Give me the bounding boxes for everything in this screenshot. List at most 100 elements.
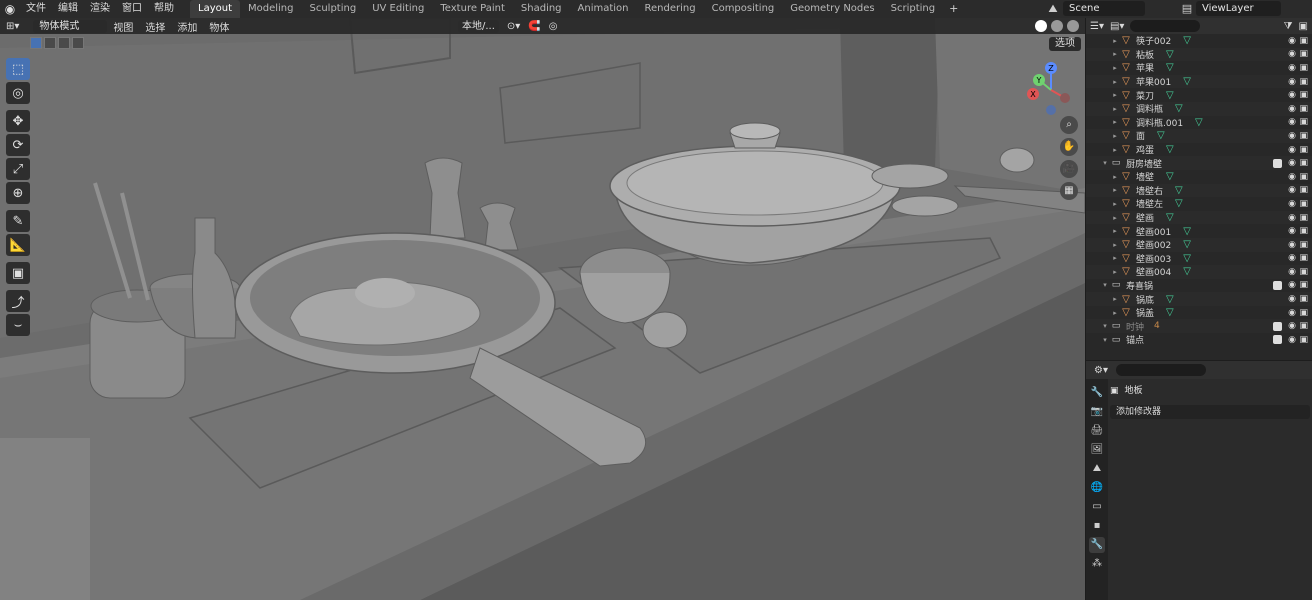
render-camera-icon[interactable]: ▣ — [1299, 185, 1308, 195]
outliner-object-row[interactable]: ▸ ▽ 调料瓶 ▽ ◉ ▣ — [1086, 101, 1312, 116]
interaction-mode-selector[interactable]: 物体模式 — [33, 19, 108, 33]
scale-tool-icon[interactable]: ⤢ — [6, 158, 30, 180]
output-tab-icon[interactable]: 🖨 — [1089, 423, 1105, 439]
visibility-eye-icon[interactable]: ◉ — [1288, 240, 1296, 250]
expand-arrow-icon[interactable]: ▸ — [1110, 241, 1120, 249]
exclude-checkbox[interactable] — [1273, 280, 1282, 290]
visibility-eye-icon[interactable]: ◉ — [1288, 172, 1296, 182]
expand-arrow-icon[interactable]: ▾ — [1100, 336, 1110, 344]
shear-tool-icon[interactable]: ⌣ — [6, 314, 30, 336]
tab-rendering[interactable]: Rendering — [637, 0, 704, 18]
expand-arrow-icon[interactable]: ▸ — [1110, 268, 1120, 276]
visibility-eye-icon[interactable]: ◉ — [1288, 63, 1296, 73]
visibility-eye-icon[interactable]: ◉ — [1288, 213, 1296, 223]
mesh-data-icon[interactable]: ▽ — [1175, 198, 1183, 209]
visibility-eye-icon[interactable]: ◉ — [1288, 294, 1296, 304]
move-tool-icon[interactable]: ✥ — [6, 110, 30, 132]
render-camera-icon[interactable]: ▣ — [1299, 145, 1308, 155]
menu-window[interactable]: 窗口 — [116, 0, 148, 18]
mesh-data-icon[interactable]: ▽ — [1183, 239, 1191, 250]
outliner-object-row[interactable]: ▸ ▽ 壁画001 ▽ ◉ ▣ — [1086, 224, 1312, 238]
expand-arrow-icon[interactable]: ▸ — [1110, 227, 1120, 235]
add-workspace-button[interactable]: + — [943, 0, 964, 18]
tab-layout[interactable]: Layout — [190, 0, 240, 18]
transform-orientation-dropdown[interactable]: 本地/... — [458, 20, 499, 33]
navigation-gizmo[interactable]: Z Y X — [1023, 60, 1079, 116]
outliner-object-row[interactable]: ▸ ▽ 面 ▽ ◉ ▣ — [1086, 129, 1312, 143]
expand-arrow-icon[interactable]: ▸ — [1110, 254, 1120, 262]
outliner-collection-row[interactable]: ▾ ▭ 锚点 ◉ ▣ — [1086, 333, 1312, 347]
outliner-object-row[interactable]: ▸ ▽ 筷子002 ▽ ◉ ▣ — [1086, 34, 1312, 48]
snap-icon[interactable]: 🧲 — [528, 21, 540, 32]
visibility-eye-icon[interactable]: ◉ — [1288, 90, 1296, 100]
properties-editor[interactable]: ⚙▾ 🔧 📷 🖨 🖼 ⛰ 🌐 ▭ ▪ 🔧 ⁂ ▣ 地板 添加修改器 — [1086, 361, 1312, 600]
expand-arrow-icon[interactable]: ▸ — [1110, 186, 1120, 194]
expand-arrow-icon[interactable]: ▸ — [1110, 295, 1120, 303]
mesh-data-icon[interactable]: ▽ — [1183, 253, 1191, 264]
render-camera-icon[interactable]: ▣ — [1299, 253, 1308, 263]
outliner-collection-row[interactable]: ▾ ▭ 厨房墙壁 ◉ ▣ — [1086, 156, 1312, 170]
menu-select[interactable]: 选择 — [139, 19, 171, 34]
display-mode-icon[interactable]: ▤▾ — [1110, 21, 1124, 32]
exclude-checkbox[interactable] — [1273, 335, 1282, 345]
expand-arrow-icon[interactable]: ▸ — [1110, 173, 1120, 181]
visibility-eye-icon[interactable]: ◉ — [1288, 117, 1296, 127]
expand-arrow-icon[interactable]: ▸ — [1110, 200, 1120, 208]
visibility-eye-icon[interactable]: ◉ — [1288, 335, 1296, 345]
visibility-eye-icon[interactable]: ◉ — [1288, 308, 1296, 318]
view-layer-icon[interactable]: ▤ — [1180, 2, 1194, 16]
mesh-data-icon[interactable]: ▽ — [1175, 103, 1183, 114]
visibility-eye-icon[interactable]: ◉ — [1288, 226, 1296, 236]
visibility-eye-icon[interactable]: ◉ — [1288, 49, 1296, 59]
tab-scripting[interactable]: Scripting — [883, 0, 943, 18]
expand-arrow-icon[interactable]: ▸ — [1110, 50, 1120, 58]
menu-render[interactable]: 渲染 — [84, 0, 116, 18]
expand-arrow-icon[interactable]: ▸ — [1110, 37, 1120, 45]
visibility-eye-icon[interactable]: ◉ — [1288, 280, 1296, 290]
pan-hand-icon[interactable]: ✋ — [1060, 138, 1078, 156]
expand-arrow-icon[interactable]: ▾ — [1100, 322, 1110, 330]
transform-tool-icon[interactable]: ⊕ — [6, 182, 30, 204]
blender-logo-icon[interactable]: ◉ — [0, 0, 20, 18]
scene-tab-icon[interactable]: ⛰ — [1089, 461, 1105, 477]
render-camera-icon[interactable]: ▣ — [1299, 36, 1308, 46]
tab-shading[interactable]: Shading — [513, 0, 570, 18]
properties-search-input[interactable] — [1115, 364, 1206, 376]
render-camera-icon[interactable]: ▣ — [1299, 158, 1308, 168]
render-camera-icon[interactable]: ▣ — [1299, 226, 1308, 236]
render-camera-icon[interactable]: ▣ — [1299, 49, 1308, 59]
outliner-object-row[interactable]: ▸ ▽ 鸡蛋 ▽ ◉ ▣ — [1086, 143, 1312, 157]
expand-arrow-icon[interactable]: ▸ — [1110, 309, 1120, 317]
visibility-eye-icon[interactable]: ◉ — [1288, 36, 1296, 46]
perspective-grid-icon[interactable]: ▦ — [1060, 182, 1078, 200]
particles-tab-icon[interactable]: ⁂ — [1089, 556, 1105, 572]
mesh-data-icon[interactable]: ▽ — [1157, 130, 1165, 141]
pivot-icon[interactable]: ⊙▾ — [507, 21, 520, 32]
camera-view-icon[interactable]: 🎥 — [1060, 160, 1078, 178]
menu-file[interactable]: 文件 — [20, 0, 52, 18]
select-extend-icon[interactable] — [44, 37, 56, 49]
render-camera-icon[interactable]: ▣ — [1299, 335, 1308, 345]
scene-icon[interactable]: ⛰ — [1046, 2, 1060, 16]
outliner-collection-row[interactable]: ▾ ▭ 寿喜锅 ◉ ▣ — [1086, 279, 1312, 293]
menu-view[interactable]: 视图 — [107, 19, 139, 34]
render-camera-icon[interactable]: ▣ — [1299, 321, 1308, 331]
object-name[interactable]: 地板 — [1125, 381, 1143, 401]
render-camera-icon[interactable]: ▣ — [1299, 172, 1308, 182]
expand-arrow-icon[interactable]: ▸ — [1110, 118, 1120, 126]
tab-compositing[interactable]: Compositing — [704, 0, 783, 18]
expand-arrow-icon[interactable]: ▸ — [1110, 132, 1120, 140]
outliner-object-row[interactable]: ▸ ▽ 墙壁左 ▽ ◉ ▣ — [1086, 197, 1312, 211]
visibility-eye-icon[interactable]: ◉ — [1288, 267, 1296, 277]
outliner-object-row[interactable]: ▸ ▽ 壁画002 ▽ ◉ ▣ — [1086, 237, 1312, 252]
outliner-object-row[interactable]: ▸ ▽ 锅盖 ▽ ◉ ▣ — [1086, 306, 1312, 320]
render-camera-icon[interactable]: ▣ — [1299, 117, 1308, 127]
exclude-checkbox[interactable] — [1273, 321, 1282, 331]
proportional-edit-icon[interactable]: ◎ — [549, 21, 558, 32]
modifier-tab-icon[interactable]: 🔧 — [1089, 537, 1105, 553]
tab-modeling[interactable]: Modeling — [240, 0, 302, 18]
select-subtract-icon[interactable] — [58, 37, 70, 49]
expand-arrow-icon[interactable]: ▸ — [1110, 214, 1120, 222]
tab-animation[interactable]: Animation — [570, 0, 637, 18]
cursor-tool-icon[interactable]: ◎ — [6, 82, 30, 104]
